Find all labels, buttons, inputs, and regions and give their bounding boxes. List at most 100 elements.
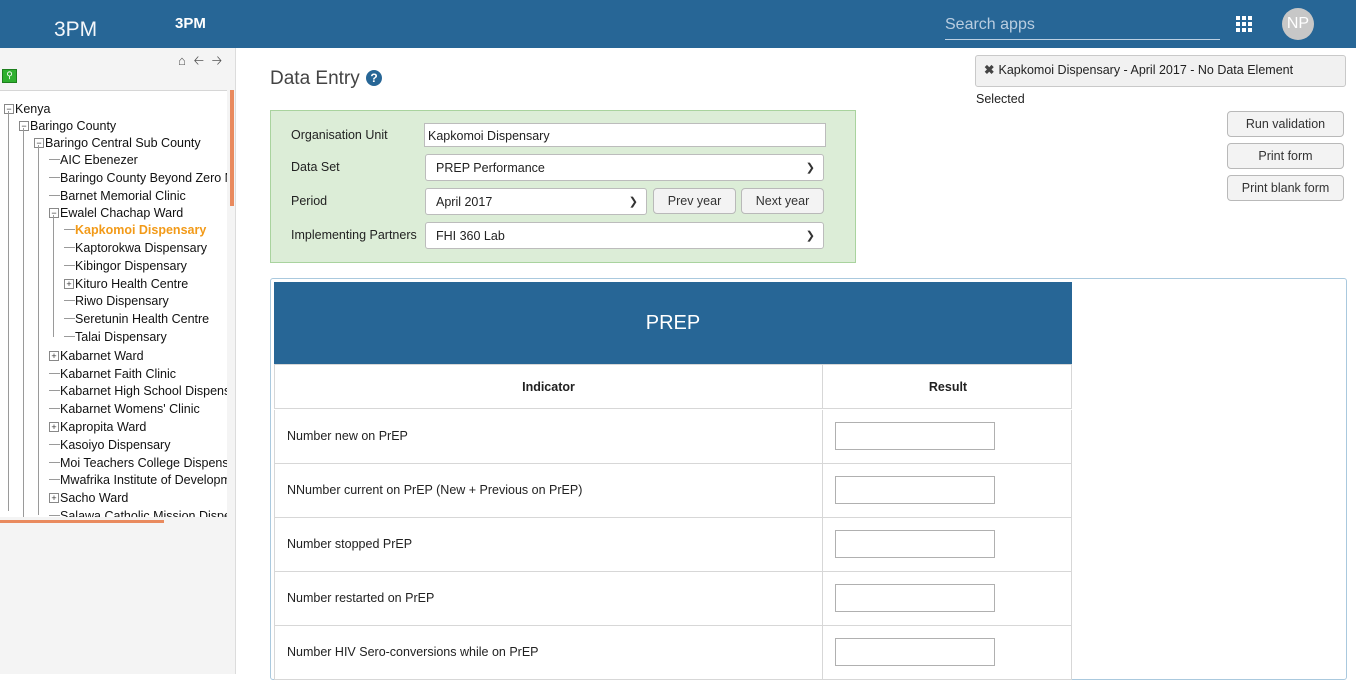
tree-connector <box>49 373 60 374</box>
data-set-select[interactable]: PREP Performance ❯ <box>425 154 824 181</box>
collapse-icon[interactable]: − <box>4 104 14 114</box>
tree-node[interactable]: Salawa Catholic Mission Dispe <box>49 508 227 517</box>
tree-connector <box>49 195 60 196</box>
chevron-down-icon: ❯ <box>805 230 815 242</box>
tree-node[interactable]: − Kenya <box>4 101 50 117</box>
tree-node[interactable]: Kabarnet Faith Clinic <box>49 366 176 382</box>
tree-node-label: Kasoiyo Dispensary <box>60 438 171 452</box>
tree-connector <box>49 479 60 480</box>
tree-node[interactable]: Mwafrika Institute of Developm <box>49 472 227 488</box>
period-value: April 2017 <box>436 195 493 209</box>
result-input[interactable] <box>835 422 995 450</box>
period-select[interactable]: April 2017 ❯ <box>425 188 647 215</box>
expand-icon[interactable]: + <box>49 422 59 432</box>
expand-icon[interactable]: + <box>64 279 74 289</box>
tree-node[interactable]: AIC Ebenezer <box>49 152 138 168</box>
tree-connector <box>49 462 60 463</box>
result-cell <box>822 410 1073 463</box>
notice-text: Kapkomoi Dispensary - April 2017 - No Da… <box>976 63 1294 106</box>
result-input[interactable] <box>835 476 995 504</box>
home-icon[interactable]: ⌂ <box>178 53 186 68</box>
tree-node[interactable]: Talai Dispensary <box>64 329 167 345</box>
help-icon[interactable]: ? <box>366 70 382 86</box>
collapse-icon[interactable]: − <box>49 208 59 218</box>
app-title: 3PM <box>175 15 206 32</box>
indicator-column-header: Indicator <box>522 380 575 394</box>
tree-node[interactable]: Kasoiyo Dispensary <box>49 437 170 453</box>
tree-guide-line <box>38 145 39 515</box>
tree-guide-line <box>8 111 9 511</box>
tree-node-label: Seretunin Health Centre <box>75 312 210 326</box>
tree-node-label: Barnet Memorial Clinic <box>60 189 186 203</box>
tree-node[interactable]: − Ewalel Chachap Ward <box>49 205 183 221</box>
prev-year-button[interactable]: Prev year <box>653 188 736 214</box>
tree-search-icon[interactable]: ⚲ <box>2 69 17 83</box>
indicator-label: Number stopped PrEP <box>287 537 413 551</box>
collapse-icon[interactable]: − <box>34 138 44 148</box>
tree-node[interactable]: Kapkomoi Dispensary <box>64 222 206 238</box>
result-cell <box>822 572 1073 625</box>
table-row: NNumber current on PrEP (New + Previous … <box>274 464 1072 518</box>
search-apps-input[interactable] <box>945 16 1215 34</box>
period-label: Period <box>291 194 328 208</box>
tree-node-label: Kapropita Ward <box>60 420 147 434</box>
app-logo[interactable]: 3PM <box>54 18 97 42</box>
result-input[interactable] <box>835 638 995 666</box>
tree-node[interactable]: + Kapropita Ward <box>49 419 146 435</box>
expand-icon[interactable]: + <box>49 493 59 503</box>
collapse-icon[interactable]: − <box>19 121 29 131</box>
form-section-title: PREP <box>274 282 1072 364</box>
tree-node[interactable]: Barnet Memorial Clinic <box>49 188 186 204</box>
tree-node[interactable]: + Kituro Health Centre <box>64 276 188 292</box>
table-row: Number restarted on PrEP <box>274 572 1072 626</box>
result-cell <box>822 518 1073 571</box>
tree-node[interactable]: Kibingor Dispensary <box>64 258 187 274</box>
tree-node[interactable]: Moi Teachers College Dispens <box>49 455 227 471</box>
result-cell <box>822 626 1073 679</box>
tree-horizontal-scrollbar[interactable] <box>0 520 164 523</box>
tree-node[interactable]: − Baringo County <box>19 118 116 134</box>
close-icon[interactable]: ✖ <box>984 63 994 77</box>
tree-node-label: Baringo Central Sub County <box>45 136 201 150</box>
expand-icon[interactable]: + <box>49 351 59 361</box>
tree-node[interactable]: Kabarnet High School Dispens <box>49 383 227 399</box>
tree-node[interactable]: Kaptorokwa Dispensary <box>64 240 207 256</box>
tree-node-label: Kituro Health Centre <box>75 277 189 291</box>
result-input[interactable] <box>835 584 995 612</box>
tree-nav-icons: ⌂ 🡠 🡢 <box>178 52 226 74</box>
tree-connector <box>64 300 75 301</box>
run-validation-button[interactable]: Run validation <box>1227 111 1344 137</box>
tree-connector <box>64 318 75 319</box>
org-unit-field[interactable]: Kapkomoi Dispensary <box>424 123 826 147</box>
tree-node[interactable]: + Kabarnet Ward <box>49 348 144 364</box>
next-year-button[interactable]: Next year <box>741 188 824 214</box>
tree-node-label: Baringo County <box>30 119 117 133</box>
indicator-label: NNumber current on PrEP (New + Previous … <box>287 483 583 497</box>
tree-connector <box>64 229 75 230</box>
tree-vertical-scrollbar[interactable] <box>230 90 234 206</box>
apps-grid-icon[interactable] <box>1236 16 1252 32</box>
tree-node[interactable]: − Baringo Central Sub County <box>34 135 201 151</box>
tree-connector <box>49 444 60 445</box>
tree-node-label: Kapkomoi Dispensary <box>75 223 207 237</box>
tree-node[interactable]: Seretunin Health Centre <box>64 311 209 327</box>
partners-select[interactable]: FHI 360 Lab ❯ <box>425 222 824 249</box>
print-form-button[interactable]: Print form <box>1227 143 1344 169</box>
indicator-label: Number new on PrEP <box>287 429 408 443</box>
arrow-left-icon[interactable]: 🡠 <box>193 52 204 74</box>
org-unit-panel: ⌂ 🡠 🡢 ⚲ − Kenya − Baringo County − Baringo Ce… <box>0 48 236 674</box>
tree-node-label: Kaptorokwa Dispensary <box>75 241 208 255</box>
tree-node-label: Talai Dispensary <box>75 330 167 344</box>
tree-node[interactable]: Riwo Dispensary <box>64 293 169 309</box>
tree-node-label: Ewalel Chachap Ward <box>60 206 184 220</box>
chevron-down-icon: ❯ <box>805 162 815 174</box>
result-input[interactable] <box>835 530 995 558</box>
user-avatar[interactable]: NP <box>1282 8 1314 40</box>
tree-node[interactable]: Kabarnet Womens' Clinic <box>49 401 200 417</box>
search-apps-field[interactable] <box>945 13 1220 40</box>
tree-node[interactable]: Baringo County Beyond Zero M <box>49 170 227 186</box>
indicator-label: Number HIV Sero-conversions while on PrE… <box>287 645 539 659</box>
print-blank-form-button[interactable]: Print blank form <box>1227 175 1344 201</box>
tree-node[interactable]: + Sacho Ward <box>49 490 128 506</box>
arrow-right-icon[interactable]: 🡢 <box>212 52 223 74</box>
